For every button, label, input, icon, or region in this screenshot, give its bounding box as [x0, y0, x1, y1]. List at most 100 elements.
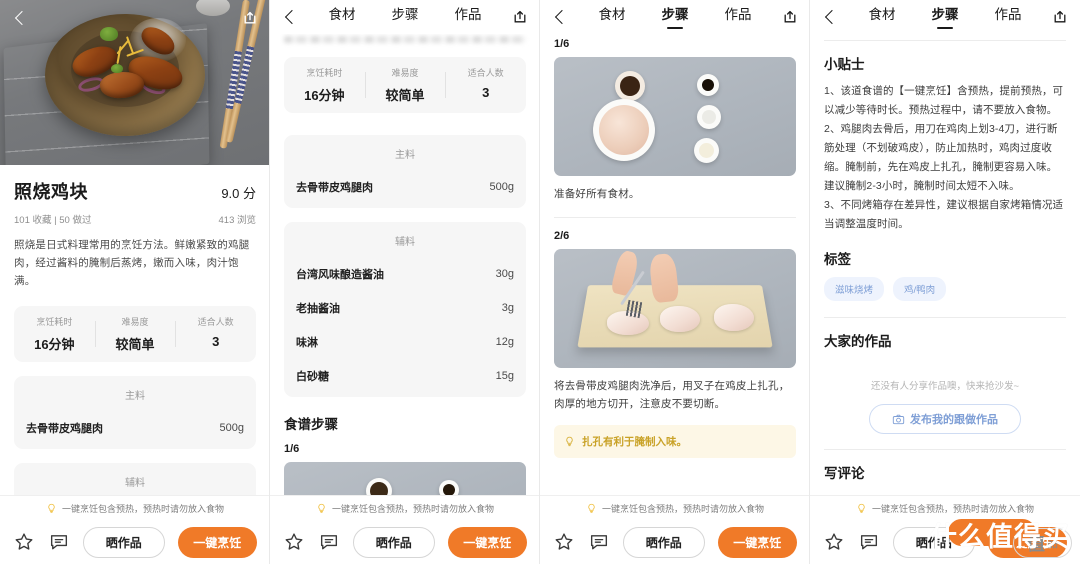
bottom-actions: 晒作品 一键烹饪 [810, 520, 1080, 564]
tab-steps[interactable]: 步骤 [662, 6, 689, 28]
comment-icon[interactable] [858, 531, 880, 553]
tips-title: 小贴士 [824, 57, 865, 72]
sugar-bowl [696, 104, 721, 129]
divider [824, 317, 1066, 318]
chicken-plate [592, 98, 655, 161]
recipe-score: 9.0 分 [221, 186, 256, 201]
star-icon[interactable] [553, 531, 575, 553]
star-icon[interactable] [283, 531, 305, 553]
step-description: 将去骨带皮鸡腿肉洗净后，用叉子在鸡皮上扎孔，肉厚的地方切开，注意皮不要切断。 [554, 380, 790, 410]
ingredient-amount: 500g [219, 422, 244, 434]
back-chevron-icon[interactable] [552, 9, 568, 25]
one-key-cook-button[interactable]: 一键烹饪 [717, 526, 797, 558]
ingredient-name: 去骨带皮鸡腿肉 [296, 182, 373, 194]
back-chevron-icon[interactable] [12, 10, 28, 26]
ingredient-row: 味淋 12g [296, 325, 514, 359]
one-key-cook-button[interactable]: 一键烹饪 [447, 526, 527, 558]
recipe-title-row: 照烧鸡块 9.0 分 [14, 178, 256, 204]
recipe-info-card: 烹饪耗时 16分钟 难易度 较简单 适合人数 3 [14, 306, 256, 362]
bottom-notice-text: 一键烹饪包含预热，预热时请勿放入食物 [601, 503, 764, 514]
tab-ingredients[interactable]: 食材 [599, 6, 626, 28]
works-empty-note: 还没有人分享作品噢，快来抢沙发~ [870, 381, 1020, 392]
info-value: 3 [482, 85, 490, 100]
bottom-action-bar: 一键烹饪包含预热，预热时请勿放入食物 晒作品 一键烹饪 [810, 495, 1080, 564]
share-work-button[interactable]: 晒作品 [83, 526, 165, 558]
ingredient-name: 白砂糖 [296, 371, 329, 383]
chopstick-rest [196, 0, 230, 16]
back-chevron-icon[interactable] [282, 9, 298, 25]
one-key-cook-button[interactable]: 一键烹饪 [987, 526, 1067, 558]
herb-garnish [100, 27, 118, 41]
step-number: 1/6 [554, 38, 570, 50]
recipe-stats-right: 413 浏览 [218, 215, 257, 226]
info-cell-servings: 适合人数 3 [445, 66, 526, 104]
tab-works[interactable]: 作品 [725, 6, 752, 28]
step-number: 1/6 [284, 443, 300, 455]
bottom-notice: 一键烹饪包含预热，预热时请勿放入食物 [810, 496, 1080, 520]
tab-works[interactable]: 作品 [455, 6, 482, 28]
back-chevron-icon[interactable] [822, 9, 838, 25]
recipe-overview-content: 照烧鸡块 9.0 分 101 收藏 | 50 做过 413 浏览 照烧是日式料理… [0, 178, 270, 536]
info-value: 3 [212, 334, 220, 349]
lightbulb-icon [858, 503, 865, 513]
tips-works-content: 小贴士 1、该道食谱的【一键烹饪】含预热，提前预热，可以减少等待时长。预热过程中… [810, 40, 1080, 482]
one-key-cook-button[interactable]: 一键烹饪 [177, 526, 257, 558]
lightbulb-icon [318, 503, 325, 513]
tag-item[interactable]: 滋味烧烤 [824, 277, 885, 301]
sauce-dark [619, 76, 640, 97]
tag-item[interactable]: 鸡/鸭肉 [893, 277, 947, 301]
info-cell-servings: 适合人数 3 [175, 315, 256, 353]
recipe-hero-image [0, 0, 270, 165]
chicken-thigh [713, 303, 754, 331]
ingredient-row: 去骨带皮鸡腿肉 500g [26, 411, 244, 445]
tab-works[interactable]: 作品 [995, 6, 1022, 28]
ingredient-amount: 500g [489, 181, 514, 193]
tab-ingredients[interactable]: 食材 [329, 6, 356, 28]
step-separator [554, 217, 796, 218]
star-icon[interactable] [823, 531, 845, 553]
share-icon[interactable] [1052, 9, 1068, 25]
nav-tabs: 食材 步骤 作品 [838, 6, 1052, 28]
share-work-button[interactable]: 晒作品 [623, 526, 705, 558]
comment-icon[interactable] [588, 531, 610, 553]
steps-content: 1/6 准备好所有食材。 2/6 将去骨带皮鸡腿肉洗净后，用叉子在鸡皮上扎孔，肉… [540, 38, 810, 458]
raw-chicken [598, 104, 649, 155]
panel-tips-works: 食材 步骤 作品 小贴士 1、该道食谱的【一键烹饪】含预热，提前预热，可以减少等… [810, 0, 1080, 564]
top-nav-bar: 食材 步骤 作品 [540, 0, 810, 34]
tab-steps[interactable]: 步骤 [932, 6, 959, 28]
bottom-notice: 一键烹饪包含预热，预热时请勿放入食物 [270, 496, 540, 520]
info-cell-time: 烹饪耗时 16分钟 [14, 315, 95, 353]
camera-icon [892, 414, 905, 424]
tab-ingredients[interactable]: 食材 [869, 6, 896, 28]
bottom-notice-text: 一键烹饪包含预热，预热时请勿放入食物 [871, 503, 1034, 514]
tab-steps[interactable]: 步骤 [392, 6, 419, 28]
info-value: 16分钟 [34, 337, 75, 352]
share-work-button[interactable]: 晒作品 [893, 526, 975, 558]
step-image-2 [554, 249, 796, 368]
share-work-button[interactable]: 晒作品 [353, 526, 435, 558]
nav-tabs: 食材 步骤 作品 [568, 6, 782, 28]
main-ingredients-card: 主料 去骨带皮鸡腿肉 500g [284, 135, 526, 208]
info-value: 较简单 [115, 337, 155, 352]
share-icon[interactable] [242, 10, 258, 26]
recipe-stats-row: 101 收藏 | 50 做过 413 浏览 [14, 212, 256, 226]
sauce-dark [701, 78, 714, 91]
recipe-description: 照烧是日式料理常用的烹饪方法。鲜嫩紧致的鸡腿肉，经过酱料的腌制后蒸烤，嫩而入味，… [14, 239, 250, 287]
nav-tabs: 食材 步骤 作品 [298, 6, 512, 28]
star-icon[interactable] [13, 531, 35, 553]
comment-icon[interactable] [318, 531, 340, 553]
bottom-notice-text: 一键烹饪包含预热，预热时请勿放入食物 [61, 503, 224, 514]
ingredient-name: 老抽酱油 [296, 303, 340, 315]
ingredient-name: 味淋 [296, 337, 318, 349]
ingredient-row: 白砂糖 15g [296, 359, 514, 393]
hand-right [648, 252, 680, 303]
screenshot-stage: 照烧鸡块 9.0 分 101 收藏 | 50 做过 413 浏览 照烧是日式料理… [0, 0, 1080, 564]
share-icon[interactable] [782, 9, 798, 25]
share-icon[interactable] [512, 9, 528, 25]
top-nav-bar: 食材 步骤 作品 [270, 0, 540, 34]
info-cell-difficulty: 难易度 较简单 [94, 315, 176, 353]
ingredient-amount: 30g [495, 268, 514, 280]
scrolled-text-blur [284, 36, 526, 43]
comment-icon[interactable] [48, 531, 70, 553]
publish-work-button[interactable]: 发布我的跟做作品 [869, 404, 1021, 434]
